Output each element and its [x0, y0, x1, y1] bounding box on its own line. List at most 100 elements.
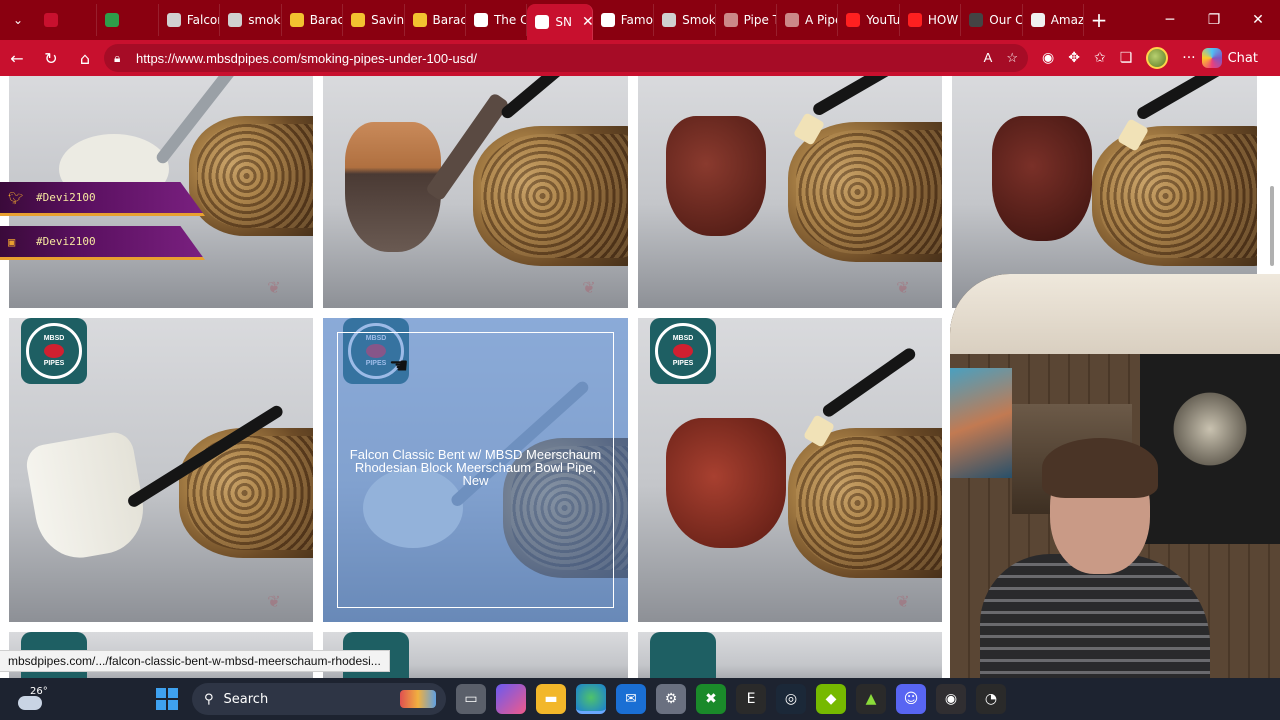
url-text: https://www.mbsdpipes.com/smoking-pipes-…: [136, 50, 478, 66]
chat-label: Chat: [1227, 50, 1258, 66]
weather-widget[interactable]: 26°: [18, 682, 58, 710]
product-hover-overlay[interactable]: Falcon Classic Bent w/ MBSD Meerschaum R…: [323, 318, 628, 622]
tab-favicon-icon: [166, 13, 181, 27]
wood-log-image: [189, 116, 313, 236]
tab-label: Baracc: [309, 13, 342, 27]
extensions-puzzle-icon[interactable]: ✥: [1068, 50, 1080, 66]
brand-logo-icon: MBSD PIPES: [21, 318, 87, 384]
settings-icon[interactable]: ⚙: [656, 684, 686, 714]
gaming-app-icon[interactable]: ▲: [856, 684, 886, 714]
favorite-star-icon[interactable]: ☆: [1006, 50, 1018, 66]
browser-tab[interactable]: YouTu: [838, 4, 900, 36]
toolbar: ← ↻ ⌂ 🔒︎ https://www.mbsdpipes.com/smoki…: [0, 40, 1280, 76]
tab-favicon-icon: [600, 13, 615, 27]
page-scrollbar[interactable]: [1270, 186, 1274, 266]
wood-log-image: [179, 428, 313, 558]
brand-badge: MBSD PIPES: [655, 323, 711, 379]
file-explorer-icon[interactable]: ▬: [536, 684, 566, 714]
browser-tab[interactable]: Falcon: [159, 4, 221, 36]
browser-tab[interactable]: smokin: [220, 4, 282, 36]
epic-games-icon[interactable]: E: [736, 684, 766, 714]
wood-log-image: [1092, 126, 1257, 266]
product-card[interactable]: MBSD PIPES ❦: [9, 318, 313, 622]
brand-watermark-icon: ❦: [267, 592, 281, 611]
browser-tab[interactable]: Smoki: [654, 4, 716, 36]
browser-tab[interactable]: Baracc: [282, 4, 344, 36]
discord-icon[interactable]: ☺: [896, 684, 926, 714]
favorites-icon[interactable]: ✩: [1094, 50, 1106, 66]
tab-active[interactable]: SN ✕: [527, 4, 593, 40]
taskbar-search[interactable]: ⚲ Search: [192, 683, 446, 715]
brand-watermark-icon: ❦: [582, 278, 596, 297]
copilot-chat-button[interactable]: Chat: [1201, 48, 1258, 68]
browser-tab[interactable]: Barac: [405, 4, 466, 36]
tab-label: Falcon: [186, 13, 219, 27]
cherry-icon: [673, 344, 693, 358]
tab-label: SN: [555, 15, 572, 29]
search-highlight-icon: [400, 690, 436, 708]
browser-tab[interactable]: HOW I: [900, 4, 962, 36]
tab-favicon-icon: [1030, 13, 1045, 27]
outlook-icon[interactable]: ✉: [616, 684, 646, 714]
webcam-overlay: [950, 274, 1280, 720]
steam-icon[interactable]: ◎: [776, 684, 806, 714]
product-card[interactable]: ❦: [638, 76, 942, 308]
product-card[interactable]: [638, 632, 942, 678]
close-tab-icon[interactable]: ✕: [582, 14, 592, 30]
more-menu-icon[interactable]: ···: [1182, 50, 1195, 66]
minimize-button[interactable]: ─: [1148, 0, 1192, 40]
tab-label: HOW I: [927, 13, 960, 27]
refresh-button[interactable]: ↻: [34, 40, 68, 76]
xbox-icon[interactable]: ✖: [696, 684, 726, 714]
read-aloud-icon[interactable]: A: [984, 50, 993, 66]
brand-badge: MBSD PIPES: [26, 323, 82, 379]
product-title[interactable]: Falcon Classic Bent w/ MBSD Meerschaum R…: [343, 448, 608, 487]
browser-tab[interactable]: Pipe To: [716, 4, 777, 36]
product-card[interactable]: ❦: [323, 76, 628, 308]
tab-label: Barac: [432, 13, 466, 27]
pipe-stem-image: [1135, 76, 1228, 122]
new-tab-button[interactable]: +: [1084, 8, 1114, 32]
address-bar[interactable]: 🔒︎ https://www.mbsdpipes.com/smoking-pip…: [104, 44, 1028, 72]
tab-actions-menu[interactable]: ⌄: [0, 0, 36, 40]
nvidia-icon[interactable]: ◆: [816, 684, 846, 714]
social-handle-2: #Devi2100: [36, 235, 96, 248]
restore-button[interactable]: ❐: [1192, 0, 1236, 40]
gauge-app-icon[interactable]: ◔: [976, 684, 1006, 714]
edge-browser-icon[interactable]: [576, 684, 606, 714]
browser-tab[interactable]: [36, 4, 98, 36]
social-handle-1: #Devi2100: [36, 191, 96, 204]
collections-icon[interactable]: ❏: [1120, 50, 1133, 66]
browser-tab[interactable]: A Pipe: [777, 4, 839, 36]
tab-favicon-icon: [969, 13, 984, 27]
obs-icon[interactable]: ◉: [936, 684, 966, 714]
profile-avatar[interactable]: [1146, 47, 1169, 69]
back-button[interactable]: ←: [0, 40, 34, 76]
browser-tab[interactable]: [97, 4, 159, 36]
tab-label: Famou: [620, 13, 653, 27]
tab-favicon-icon: [785, 13, 799, 27]
close-window-button[interactable]: ✕: [1236, 0, 1280, 40]
task-view-icon[interactable]: ▭: [456, 684, 486, 714]
browser-tab[interactable]: Our Cl: [961, 4, 1023, 36]
tab-label: A Pipe: [805, 13, 837, 27]
tab-favicon-icon: [289, 13, 304, 27]
tab-favicon-icon: [473, 13, 488, 27]
browser-tab[interactable]: Amazo: [1023, 4, 1084, 36]
taskbar: 26° ⚲ Search ▭ ▬ ✉ ⚙ ✖ E ◎ ◆ ▲ ☺ ◉ ◔: [0, 678, 1280, 720]
browser-tab[interactable]: Famou: [593, 4, 655, 36]
tab-list: Falcon smokin Baracc Savinel Barac The Co SN ✕ F…: [36, 0, 1084, 40]
brand-logo-icon: MBSD PIPES: [650, 318, 716, 384]
product-card[interactable]: MBSD PIPES ❦: [638, 318, 942, 622]
browser-tab[interactable]: Savinel: [343, 4, 405, 36]
temperature-text: 26°: [30, 686, 48, 697]
copilot-app-icon[interactable]: [496, 684, 526, 714]
tab-favicon-icon: [105, 13, 120, 27]
tab-favicon-icon: [846, 13, 861, 27]
browser-tab[interactable]: The Co: [466, 4, 528, 36]
start-button[interactable]: [152, 684, 182, 714]
extension-icon[interactable]: ◉: [1042, 50, 1054, 66]
home-button[interactable]: ⌂: [68, 40, 102, 76]
brand-watermark-icon: ❦: [896, 592, 910, 611]
brand-logo-icon: [650, 632, 716, 678]
